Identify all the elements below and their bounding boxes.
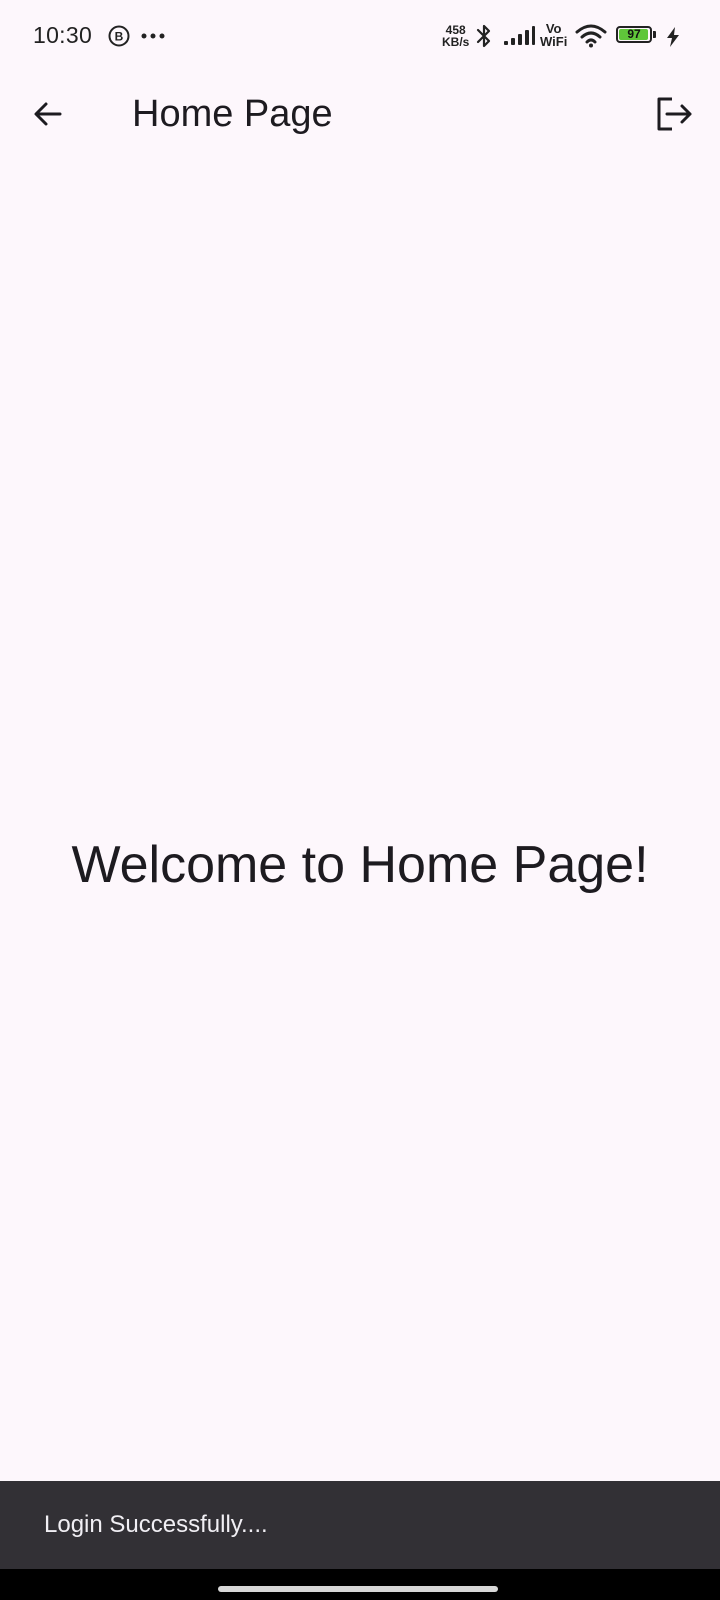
signal-icon [504,26,535,45]
status-time: 10:30 [33,22,93,48]
logout-icon [657,97,692,131]
back-button[interactable] [24,90,72,138]
svg-text:B: B [115,30,124,44]
wifi-icon [575,24,607,48]
home-indicator[interactable] [218,1586,498,1592]
snackbar: Login Successfully.... [0,1481,720,1569]
navigation-bar [0,1569,720,1600]
b-circle-icon: B [108,25,130,47]
network-speed: 458 KB/s [442,24,469,48]
status-bar: 10:30 B 458 KB/s Vo WiFi 97 [0,0,720,72]
network-speed-unit: KB/s [442,35,470,49]
vowifi-bottom: WiFi [540,34,568,49]
battery-icon: 97 [616,26,656,45]
bluetooth-icon [476,24,491,48]
page-title: Home Page [132,93,333,135]
vowifi-indicator: Vo WiFi [540,22,567,48]
back-arrow-icon [34,102,62,126]
battery-level: 97 [627,27,641,41]
app-bar: Home Page [0,72,720,156]
logout-button[interactable] [650,90,698,138]
charging-bolt-icon [667,27,679,47]
more-dots-icon [141,33,165,39]
snackbar-message: Login Successfully.... [44,1511,268,1538]
welcome-message: Welcome to Home Page! [71,836,649,894]
